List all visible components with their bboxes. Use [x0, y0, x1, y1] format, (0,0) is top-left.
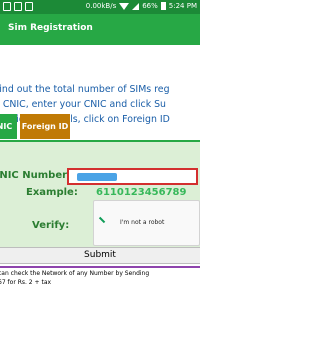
example-value: 6110123456789 [96, 187, 187, 198]
battery-icon [160, 2, 166, 10]
checkmark-icon[interactable] [101, 216, 115, 226]
tab-foreign-id[interactable]: Foreign ID [20, 114, 70, 139]
status-right: 0.00kB/s 66% 5:24 PM [86, 2, 197, 10]
recaptcha-widget[interactable]: I'm not a robot [93, 200, 200, 246]
clock: 5:24 PM [168, 2, 197, 10]
submit-button[interactable]: Submit [0, 247, 200, 264]
recaptcha-label: I'm not a robot [120, 219, 165, 226]
notification-icon [14, 2, 22, 11]
registration-form: CNIC Number: Example: 6110123456789 Veri… [0, 140, 200, 247]
app-title: Sim Registration [8, 23, 93, 33]
notification-icon [3, 2, 11, 11]
divider [0, 266, 200, 268]
tab-cnic[interactable]: CNIC [0, 114, 17, 139]
network-note: can check the Network of any Number by S… [0, 269, 200, 287]
navigation-bar [0, 321, 200, 355]
screen: 0.00kB/s 66% 5:24 PM Sim Registration fi… [0, 0, 200, 355]
status-bar: 0.00kB/s 66% 5:24 PM [0, 0, 200, 14]
network-speed: 0.00kB/s [85, 2, 117, 10]
instruction-line: r CNIC, enter your CNIC and click Su [0, 99, 166, 110]
cnic-input-value [77, 173, 117, 181]
verify-label: Verify: [32, 220, 70, 231]
cnic-label: CNIC Number: [0, 170, 72, 181]
note-line: 67 for Rs. 2 + tax [0, 279, 52, 286]
instruction-line: find out the total number of SIMs reg [0, 84, 170, 95]
example-label: Example: [26, 187, 78, 198]
signal-icon [132, 2, 140, 10]
note-line: can check the Network of any Number by S… [0, 270, 150, 277]
cnic-input[interactable] [67, 168, 198, 185]
app-bar: Sim Registration [0, 14, 200, 45]
notification-icons [3, 2, 33, 11]
wifi-icon [119, 2, 130, 10]
notification-icon [25, 2, 33, 11]
battery-percent: 66% [142, 2, 158, 10]
